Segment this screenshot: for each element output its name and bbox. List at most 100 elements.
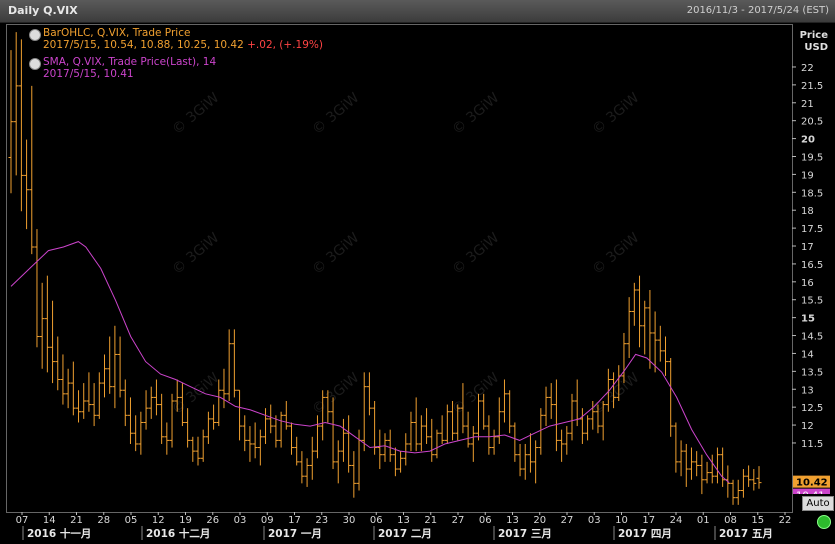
ohlc-bar <box>153 379 159 416</box>
x-tick-label: 10 <box>615 515 628 526</box>
y-tick-label: 21.5 <box>801 81 823 92</box>
date-range: 2016/11/3 - 2017/5/24 (EST) <box>686 5 829 16</box>
ohlc-bar <box>668 358 674 437</box>
ohlc-bar <box>133 415 139 452</box>
y-tick-label: 19.5 <box>801 152 823 163</box>
y-tick-label: 14.5 <box>801 332 823 343</box>
x-month-label: 2016 十二月 <box>146 527 210 540</box>
ohlc-bar <box>351 451 357 498</box>
x-tick-label: 12 <box>152 515 165 526</box>
x-month-label: 2017 四月 <box>618 528 672 540</box>
x-tick-label: 17 <box>642 515 655 526</box>
ohlc-bar <box>714 447 720 484</box>
ohlc-bar <box>730 479 736 505</box>
ohlc-bar <box>278 411 284 448</box>
sma-series-icon[interactable] <box>29 58 41 70</box>
ohlc-bar <box>247 426 253 462</box>
y-tick-label: 11.5 <box>801 439 823 450</box>
ohlc-bar <box>387 429 393 462</box>
y-axis[interactable]: Price USD 11.5 12 12.5 13 13.5 14 14.5 15 15.5 16 16… <box>792 24 835 502</box>
y-axis-svg: PriceUSD 11.5 12 12.5 13 13.5 14 14.5 15 15.5 16 16… <box>792 30 830 502</box>
chart-plot-area[interactable]: © 3GiW © 3GiW © 3GiW © 3GiW © 3GiW © 3GiW © 3G… <box>6 24 793 513</box>
connection-status-icon <box>817 515 831 529</box>
ohlc-bar <box>76 390 82 423</box>
ohlc-bar <box>751 469 757 491</box>
x-tick-label: 06 <box>479 515 492 526</box>
y-tick-label: 14 <box>801 349 814 360</box>
ohlc-bar <box>44 275 50 373</box>
ohlc-bar <box>694 451 700 477</box>
x-tick-label: 28 <box>97 515 110 526</box>
ohlc-bar <box>237 389 243 441</box>
ohlc-bar <box>60 354 66 405</box>
x-tick-label: 09 <box>261 515 274 526</box>
ohlc-bar <box>543 386 549 427</box>
ohlc-bar <box>127 397 133 444</box>
ohlc-bar <box>688 447 694 480</box>
ohlc-bar <box>257 429 263 466</box>
ohlc-bar <box>626 297 632 359</box>
ohlc-bar <box>663 336 668 376</box>
y-tick-label: 18.5 <box>801 188 823 199</box>
x-axis[interactable]: 07 14 21 28 05 12 19 26 03 09 17 23 30 06 13 21 27 06 13 20… <box>6 512 792 540</box>
watermark-mark: © 3GiW <box>589 90 642 138</box>
ohlc-bar <box>579 408 585 444</box>
x-tick-label: 03 <box>234 515 247 526</box>
ohlc-bar <box>50 300 56 384</box>
ohlc-bar <box>392 447 398 477</box>
ohlc-bar <box>517 443 523 477</box>
ohlc-bar <box>86 372 92 412</box>
ohlc-bar <box>486 415 492 455</box>
ohlc-bar <box>673 422 679 473</box>
y-tick-label: 15.5 <box>801 296 823 307</box>
ohlc-bar <box>512 422 518 462</box>
x-tick-label: 14 <box>43 515 56 526</box>
ohlc-bar <box>465 411 471 448</box>
x-tick-label: 01 <box>697 515 710 526</box>
ohlc-bar <box>200 429 206 462</box>
y-axis-unit: USD <box>804 42 828 53</box>
ohlc-bar <box>418 415 424 452</box>
x-tick-label: 19 <box>179 515 192 526</box>
bar-legend-values: 2017/5/15, 10.54, 10.88, 10.25, 10.42 <box>43 39 244 51</box>
bar-series-icon[interactable] <box>29 29 41 41</box>
ohlc-bar <box>39 282 45 369</box>
x-tick-label: 05 <box>125 515 138 526</box>
ohlc-bar <box>304 458 310 487</box>
auto-scale-button[interactable]: Auto <box>802 496 834 511</box>
ohlc-bar <box>205 411 211 444</box>
ohlc-bar <box>29 85 35 255</box>
ohlc-bar <box>709 454 715 484</box>
ohlc-bar <box>559 429 565 462</box>
ohlc-bar <box>631 282 637 326</box>
ohlc-bar <box>252 422 258 459</box>
watermark-mark: © 3GiW <box>589 230 642 278</box>
ohlc-bar <box>148 386 154 419</box>
y-tick-label: 15 <box>801 314 815 325</box>
x-tick-label: 07 <box>16 515 29 526</box>
ohlc-bar <box>507 390 513 434</box>
x-month-label: 2017 二月 <box>378 528 432 540</box>
sma-value-label: 10.41 <box>796 491 825 494</box>
y-tick-label: 16 <box>801 278 814 289</box>
ohlc-bar <box>366 372 372 416</box>
x-tick-label: 03 <box>588 515 601 526</box>
x-axis-svg: 07 14 21 28 05 12 19 26 03 09 17 23 30 06 13 21 27 06 13 20… <box>16 512 791 540</box>
ohlc-bar <box>65 368 71 409</box>
y-tick-label: 17 <box>801 242 814 253</box>
ohlc-bar <box>96 372 102 419</box>
x-tick-label: 17 <box>288 515 301 526</box>
bar-legend-values-row: 2017/5/15, 10.54, 10.88, 10.25, 10.42 +.… <box>43 39 323 51</box>
ohlc-bar <box>190 436 196 462</box>
ohlc-bar <box>377 429 383 470</box>
ohlc-bar <box>491 429 497 455</box>
ohlc-bar <box>231 329 237 398</box>
bar-legend: BarOHLC, Q.VIX, Trade Price 2017/5/15, 1… <box>43 27 323 51</box>
ohlc-bar <box>81 383 87 419</box>
y-tick-label: 13 <box>801 385 814 396</box>
bar-legend-change: +.02, (+.19%) <box>247 39 323 51</box>
last-price-label: 10.42 <box>796 478 828 489</box>
x-month-label: 2017 一月 <box>268 528 322 540</box>
ohlc-bar <box>226 329 232 401</box>
chart-svg[interactable]: © 3GiW © 3GiW © 3GiW © 3GiW © 3GiW © 3GiW © 3G… <box>7 25 792 512</box>
